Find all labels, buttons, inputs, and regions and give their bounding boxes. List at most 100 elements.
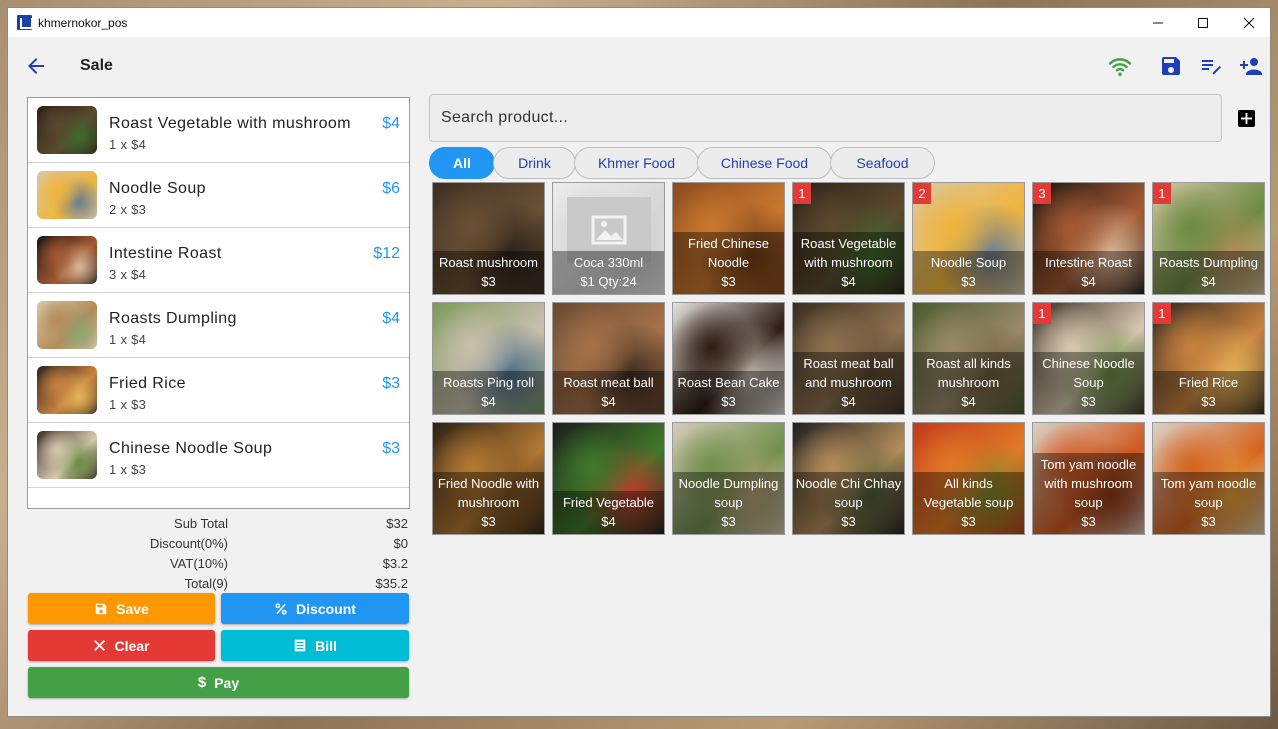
cart-item-total: $4 — [382, 310, 400, 327]
product-caption: Coca 330ml $1 Qty:24 — [553, 251, 664, 294]
product-name: Roast all kinds mushroom — [926, 356, 1011, 390]
close-icon — [1243, 17, 1255, 28]
product-tile[interactable]: Tom yam noodle soup $3 — [1152, 422, 1265, 535]
product-tile[interactable]: Roasts Ping roll $4 — [432, 302, 545, 415]
bill-button-label: Bill — [315, 637, 337, 654]
product-tile[interactable]: 1 Roasts Dumpling $4 — [1152, 182, 1265, 295]
product-tile[interactable]: Fried Noodle with mushroom $3 — [432, 422, 545, 535]
product-name: Noodle Chi Chhay soup — [795, 476, 902, 510]
product-price: $4 — [601, 394, 616, 409]
cart-item-total: $3 — [382, 440, 400, 457]
product-tile[interactable]: 1 Fried Rice $3 — [1152, 302, 1265, 415]
product-price: $4 — [841, 274, 856, 289]
product-tile[interactable]: Roast all kinds mushroom $4 — [912, 302, 1025, 415]
product-tile[interactable]: 1 Roast Vegetable with mushroom $4 — [792, 182, 905, 295]
category-chip[interactable]: Seafood — [830, 147, 935, 179]
vat-label: VAT(10%) — [169, 556, 228, 571]
product-caption: Fried Noodle with mushroom $3 — [433, 472, 544, 534]
back-button[interactable] — [24, 54, 48, 78]
product-tile[interactable]: Roast mushroom $3 — [432, 182, 545, 295]
discount-value: $0 — [393, 536, 408, 551]
product-tile[interactable]: Coca 330ml $1 Qty:24 — [552, 182, 665, 295]
product-caption: Roast all kinds mushroom $4 — [913, 352, 1024, 414]
pay-button[interactable]: $ Pay — [28, 667, 409, 698]
clear-button[interactable]: Clear — [28, 630, 215, 661]
product-tile[interactable]: Fried Chinese Noodle $3 — [672, 182, 785, 295]
product-caption: Tom yam noodle with mushroom soup $3 — [1033, 453, 1144, 534]
cart-item[interactable]: Roasts Dumpling 1 x $4 $4 — [28, 293, 409, 358]
save-button[interactable]: Save — [28, 593, 215, 624]
cart-item-name: Noodle Soup — [109, 180, 206, 197]
discount-button[interactable]: Discount — [221, 593, 409, 624]
product-price: $3 — [481, 274, 496, 289]
cart-item-total: $6 — [382, 180, 400, 197]
minimize-icon — [1153, 22, 1163, 23]
product-name: Coca 330ml — [573, 255, 644, 270]
app-bar: Sale — [8, 37, 1270, 93]
wifi-icon — [1108, 58, 1132, 77]
close-button[interactable] — [1226, 8, 1270, 37]
cart-list: Roast Vegetable with mushroom 1 x $4 $4 Noo… — [27, 97, 410, 509]
maximize-button[interactable] — [1180, 8, 1226, 37]
product-price: $3 — [721, 274, 736, 289]
product-tile[interactable]: 2 Noodle Soup $3 — [912, 182, 1025, 295]
category-chip[interactable]: Chinese Food — [697, 147, 832, 179]
product-tile[interactable]: 1 Chinese Noodle Soup $3 — [1032, 302, 1145, 415]
product-caption: Chinese Noodle Soup $3 — [1033, 352, 1144, 414]
product-tile[interactable]: Roast meat ball and mushroom $4 — [792, 302, 905, 415]
bill-button[interactable]: Bill — [221, 630, 409, 661]
product-caption: Roasts Dumpling $4 — [1153, 251, 1264, 294]
product-tile[interactable]: Roast Bean Cake $3 — [672, 302, 785, 415]
category-chip[interactable]: Drink — [493, 147, 576, 179]
quantity-badge: 1 — [1153, 183, 1171, 204]
add-customer-button[interactable] — [1238, 53, 1264, 79]
product-tile[interactable]: Roast meat ball $4 — [552, 302, 665, 415]
cart-item-image — [37, 236, 97, 284]
save-action-button[interactable] — [1158, 53, 1184, 79]
product-price: $4 — [601, 514, 616, 529]
cart-item-name: Intestine Roast — [109, 245, 222, 262]
product-tile[interactable]: Fried Vegetable $4 — [552, 422, 665, 535]
percent-icon — [275, 602, 287, 615]
product-tile[interactable]: 3 Intestine Roast $4 — [1032, 182, 1145, 295]
cart-item[interactable]: Noodle Soup 2 x $3 $6 — [28, 163, 409, 228]
cart-item[interactable]: Roast Vegetable with mushroom 1 x $4 $4 — [28, 98, 409, 163]
edit-list-button[interactable] — [1198, 53, 1224, 79]
product-name: Roast mushroom — [439, 255, 538, 270]
cart-item-qty: 1 x $4 — [109, 332, 147, 347]
search-input[interactable] — [430, 95, 1221, 141]
search-field[interactable] — [429, 94, 1222, 142]
cart-item-name: Roast Vegetable with mushroom — [109, 115, 351, 132]
product-caption: Roast Bean Cake $3 — [673, 371, 784, 414]
discount-row: Discount(0%) $0 — [27, 534, 410, 554]
product-tile[interactable]: Noodle Dumpling soup $3 — [672, 422, 785, 535]
cart-item-name: Roasts Dumpling — [109, 310, 237, 327]
arrow-back-icon — [28, 58, 44, 74]
cart-item[interactable]: Chinese Noodle Soup 1 x $3 $3 — [28, 423, 409, 488]
add-product-button[interactable] — [1238, 110, 1255, 127]
page-title: Sale — [80, 57, 113, 74]
product-caption: Noodle Soup $3 — [913, 251, 1024, 294]
cart-item-image — [37, 171, 97, 219]
product-caption: Noodle Dumpling soup $3 — [673, 472, 784, 534]
subtotal-label: Sub Total — [174, 516, 228, 531]
category-chip[interactable]: All — [429, 147, 495, 179]
quantity-badge: 3 — [1033, 183, 1051, 204]
total-row: Total(9) $35.2 — [27, 574, 410, 594]
minimize-button[interactable] — [1135, 8, 1181, 37]
product-caption: All kinds Vegetable soup $3 — [913, 472, 1024, 534]
cart-item[interactable]: Intestine Roast 3 x $4 $12 — [28, 228, 409, 293]
product-price: $3 — [841, 514, 856, 529]
discount-button-label: Discount — [296, 600, 356, 617]
product-name: Chinese Noodle Soup — [1042, 356, 1135, 390]
category-chip[interactable]: Khmer Food — [574, 147, 699, 179]
total-value: $35.2 — [375, 576, 408, 591]
cart-item[interactable]: Fried Rice 1 x $3 $3 — [28, 358, 409, 423]
product-tile[interactable]: Noodle Chi Chhay soup $3 — [792, 422, 905, 535]
product-tile[interactable]: Tom yam noodle with mushroom soup $3 — [1032, 422, 1145, 535]
product-price: $4 — [841, 394, 856, 409]
product-name: Tom yam noodle soup — [1160, 476, 1257, 510]
cart-item-name: Chinese Noodle Soup — [109, 440, 273, 457]
title-bar: khmernokor_pos — [8, 8, 1270, 37]
product-tile[interactable]: All kinds Vegetable soup $3 — [912, 422, 1025, 535]
